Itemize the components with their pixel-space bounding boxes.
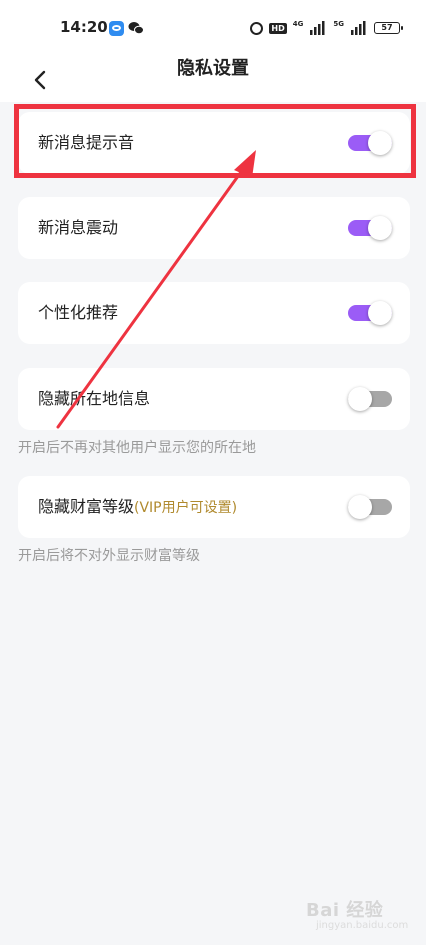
notification-app-icon [109,21,124,36]
watermark-sub: jingyan.baidu.com [316,920,409,931]
setting-card-new-message-vibration: 新消息震动 [18,197,410,259]
status-bar: 14:20 HD 4G 5G 57 [0,0,426,58]
new-message-vibration-toggle[interactable] [348,216,392,240]
status-right: HD 4G 5G 57 [250,18,403,38]
page-title: 隐私设置 [177,58,249,79]
setting-label: 隐藏所在地信息 [38,389,151,408]
setting-label-text: 隐藏财富等级 [38,497,135,516]
watermark: Bai 经验 [306,900,384,921]
battery-icon: 57 [374,22,403,34]
header-bar: 隐私设置 [0,58,426,102]
wechat-icon [128,22,144,35]
setting-card-hide-location: 隐藏所在地信息 [18,368,410,430]
signal-icon [310,21,325,35]
setting-label: 个性化推荐 [38,303,119,322]
hide-wealth-level-toggle[interactable] [348,495,392,519]
status-time: 14:20 [60,18,108,36]
setting-card-hide-wealth-level: 隐藏财富等级(VIP用户可设置) [18,476,410,538]
vip-note: (VIP用户可设置) [134,500,238,516]
setting-card-personalized-recommendation: 个性化推荐 [18,282,410,344]
hide-location-toggle[interactable] [348,387,392,411]
setting-label: 新消息震动 [38,218,119,237]
hide-location-hint: 开启后不再对其他用户显示您的所在地 [18,440,256,456]
personalized-recommendation-toggle[interactable] [348,301,392,325]
network-label-1: 4G [292,19,304,28]
setting-label: 隐藏财富等级(VIP用户可设置) [38,476,237,539]
hd-badge: HD [269,22,287,34]
annotation-highlight-box [14,104,416,178]
signal-icon-2 [351,21,366,35]
network-label-2: 5G [333,19,344,28]
alarm-icon [250,21,264,35]
hide-wealth-level-hint: 开启后将不对外显示财富等级 [18,548,200,564]
